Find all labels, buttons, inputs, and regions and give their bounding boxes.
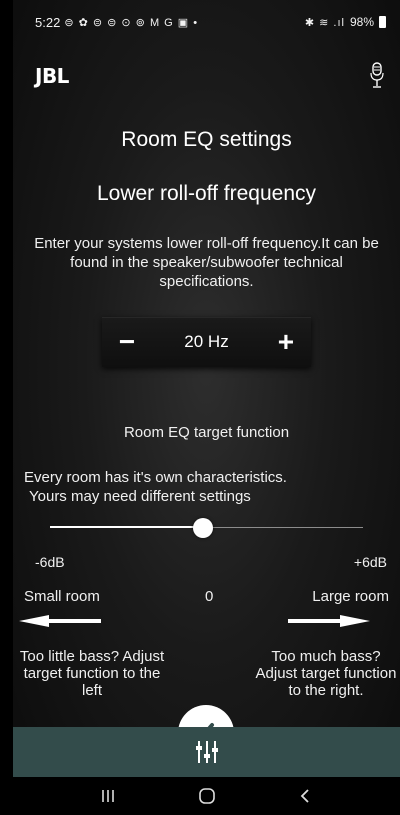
- home-icon[interactable]: [195, 786, 219, 806]
- target-function-slider[interactable]: [50, 516, 363, 540]
- arrow-right-icon: [288, 615, 370, 627]
- back-icon[interactable]: [294, 786, 318, 806]
- equalizer-icon[interactable]: [192, 737, 222, 767]
- status-time: 5:22: [35, 14, 61, 30]
- target-function-heading: Room EQ target function: [123, 424, 290, 441]
- status-left: 5:22 ⊜ ✿ ⊜ ⊜ ⊙ ⊚ M G ▣ •: [35, 15, 198, 30]
- frequency-stepper: − 20 Hz +: [102, 317, 311, 367]
- section-title: Lower roll-off frequency: [96, 182, 317, 205]
- center-value-label: 0: [205, 588, 214, 605]
- slider-thumb[interactable]: [193, 518, 214, 538]
- battery-icon: [379, 16, 386, 28]
- status-right: ✱ ≋ .ıl 98%: [305, 15, 386, 29]
- target-function-description: Every room has it's own characteristics.…: [24, 468, 354, 506]
- slider-fill: [50, 526, 204, 528]
- recents-icon[interactable]: [96, 786, 120, 806]
- notification-icons: ⊜ ✿ ⊜ ⊜ ⊙ ⊚ M G ▣ •: [64, 16, 199, 29]
- battery-percent: 98%: [349, 15, 374, 29]
- screen: 5:22 ⊜ ✿ ⊜ ⊜ ⊙ ⊚ M G ▣ • ✱ ≋ .ıl 98% JBL…: [13, 0, 400, 815]
- frequency-description: Enter your systems lower roll-off freque…: [34, 235, 379, 290]
- app-bar: JBL: [13, 60, 400, 92]
- hint-too-little-bass: Too little bass? Adjust target function …: [19, 648, 165, 699]
- increment-button[interactable]: +: [271, 326, 301, 357]
- system-nav-bar: [13, 777, 400, 815]
- status-bar: 5:22 ⊜ ✿ ⊜ ⊜ ⊙ ⊚ M G ▣ • ✱ ≋ .ıl 98%: [13, 0, 400, 44]
- target-description-line-1: Every room has it's own characteristics.: [24, 469, 287, 486]
- bottom-bar: [13, 727, 400, 777]
- max-db-label: +6dB: [353, 554, 387, 570]
- target-description-line-2: Yours may need different settings: [29, 488, 251, 505]
- system-icons: ✱ ≋ .ıl: [304, 16, 345, 29]
- small-room-label: Small room: [24, 588, 100, 605]
- arrow-left-icon: [19, 615, 101, 627]
- frequency-value: 20 Hz: [184, 332, 229, 351]
- large-room-label: Large room: [312, 588, 389, 605]
- page-title: Room EQ settings: [121, 128, 292, 151]
- hint-too-much-bass: Too much bass? Adjust target function to…: [255, 648, 397, 699]
- jbl-logo: JBL: [35, 64, 69, 88]
- min-db-label: -6dB: [35, 554, 65, 570]
- decrement-button[interactable]: −: [112, 326, 142, 357]
- microphone-icon[interactable]: [370, 62, 384, 90]
